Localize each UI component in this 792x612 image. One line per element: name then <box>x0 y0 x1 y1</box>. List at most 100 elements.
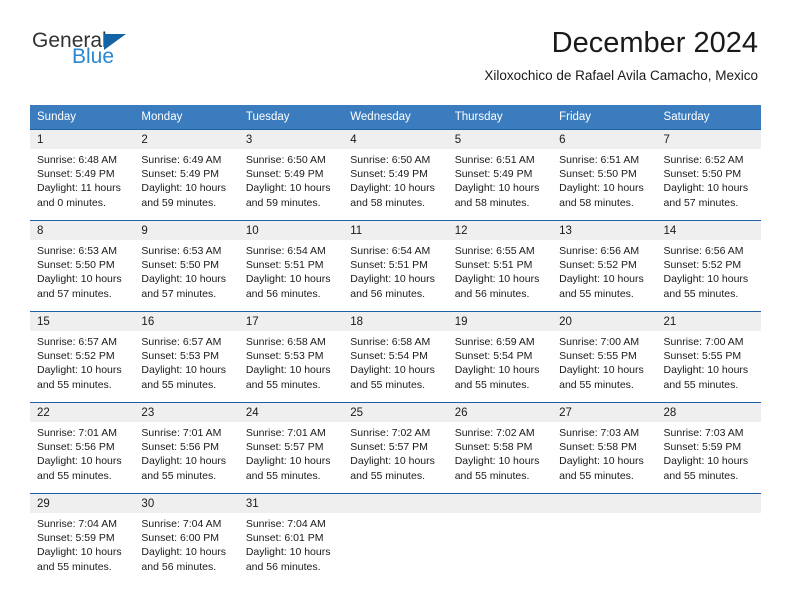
day-number[interactable]: 6 <box>552 130 656 149</box>
day-number[interactable]: 10 <box>239 221 343 240</box>
sunset-text: Sunset: 5:56 PM <box>37 441 115 454</box>
day-number-band: 22 23 24 25 26 27 28 <box>30 403 761 422</box>
sunrise-text: Sunrise: 6:48 AM <box>37 154 117 166</box>
day-number[interactable]: 1 <box>30 130 134 149</box>
day-number[interactable]: 22 <box>30 403 134 422</box>
day-cell[interactable]: Sunrise: 6:57 AM Sunset: 5:53 PM Dayligh… <box>134 331 238 402</box>
general-blue-logo[interactable]: General Blue <box>32 30 202 82</box>
sunset-text: Sunset: 5:58 PM <box>559 441 637 454</box>
day-number[interactable]: 27 <box>552 403 656 422</box>
day-number[interactable]: 16 <box>134 312 238 331</box>
sunset-text: Sunset: 5:49 PM <box>245 168 324 181</box>
day-number-empty <box>343 494 447 513</box>
weekday-header-saturday: Saturday <box>663 111 710 123</box>
day-cell[interactable]: Sunrise: 6:58 AM Sunset: 5:53 PM Dayligh… <box>239 331 343 402</box>
day-cell[interactable]: Sunrise: 6:51 AM Sunset: 5:50 PM Dayligh… <box>552 149 656 220</box>
daylight-text-line1: Daylight: 10 hours <box>245 182 331 195</box>
daylight-text-line2: and 55 minutes. <box>245 469 321 482</box>
day-number[interactable]: 31 <box>239 494 343 513</box>
day-number[interactable]: 3 <box>239 130 343 149</box>
calendar-table: Sunday Monday Tuesday Wednesday Thursday… <box>30 105 761 584</box>
day-cell[interactable]: Sunrise: 6:51 AM Sunset: 5:49 PM Dayligh… <box>448 149 552 220</box>
day-cell[interactable]: Sunrise: 6:50 AM Sunset: 5:49 PM Dayligh… <box>239 149 343 220</box>
daylight-text-line1: Daylight: 10 hours <box>663 364 749 377</box>
day-cell[interactable]: Sunrise: 7:04 AM Sunset: 6:00 PM Dayligh… <box>134 513 238 584</box>
day-number[interactable]: 12 <box>448 221 552 240</box>
day-number[interactable]: 30 <box>134 494 238 513</box>
day-number-band: 29 30 31 <box>30 494 761 513</box>
day-cell[interactable]: Sunrise: 7:01 AM Sunset: 5:56 PM Dayligh… <box>30 422 134 493</box>
day-number[interactable]: 11 <box>343 221 447 240</box>
sunset-text: Sunset: 5:49 PM <box>141 168 220 181</box>
day-number[interactable]: 18 <box>343 312 447 331</box>
day-cell[interactable]: Sunrise: 6:55 AM Sunset: 5:51 PM Dayligh… <box>448 240 552 311</box>
day-cell[interactable]: Sunrise: 6:58 AM Sunset: 5:54 PM Dayligh… <box>343 331 447 402</box>
day-cell[interactable]: Sunrise: 7:00 AM Sunset: 5:55 PM Dayligh… <box>552 331 656 402</box>
sunset-text: Sunset: 5:52 PM <box>37 350 115 363</box>
daylight-text-line2: and 57 minutes. <box>37 287 112 300</box>
day-number[interactable]: 24 <box>239 403 343 422</box>
day-number[interactable]: 13 <box>552 221 656 240</box>
daylight-text-line1: Daylight: 10 hours <box>454 182 540 195</box>
day-cell[interactable]: Sunrise: 6:50 AM Sunset: 5:49 PM Dayligh… <box>343 149 447 220</box>
day-cell[interactable]: Sunrise: 7:02 AM Sunset: 5:57 PM Dayligh… <box>343 422 447 493</box>
day-number[interactable]: 15 <box>30 312 134 331</box>
sunrise-text: Sunrise: 7:04 AM <box>37 518 117 530</box>
day-cell[interactable]: Sunrise: 6:56 AM Sunset: 5:52 PM Dayligh… <box>552 240 656 311</box>
day-cell[interactable]: Sunrise: 6:56 AM Sunset: 5:52 PM Dayligh… <box>657 240 761 311</box>
day-number[interactable]: 20 <box>552 312 656 331</box>
day-cell[interactable]: Sunrise: 7:01 AM Sunset: 5:57 PM Dayligh… <box>239 422 343 493</box>
sunset-text: Sunset: 5:54 PM <box>454 350 533 363</box>
day-cell[interactable]: Sunrise: 6:59 AM Sunset: 5:54 PM Dayligh… <box>448 331 552 402</box>
day-cell[interactable]: Sunrise: 7:03 AM Sunset: 5:58 PM Dayligh… <box>552 422 656 493</box>
day-number[interactable]: 19 <box>448 312 552 331</box>
day-number[interactable]: 14 <box>657 221 761 240</box>
day-number[interactable]: 26 <box>448 403 552 422</box>
daylight-text-line1: Daylight: 10 hours <box>559 455 644 468</box>
weekday-header-row: Sunday Monday Tuesday Wednesday Thursday… <box>30 105 761 129</box>
day-number[interactable]: 28 <box>657 403 761 422</box>
daylight-text-line2: and 58 minutes. <box>350 196 425 209</box>
day-number[interactable]: 25 <box>343 403 447 422</box>
day-cell[interactable]: Sunrise: 7:04 AM Sunset: 6:01 PM Dayligh… <box>239 513 343 584</box>
daylight-text-line1: Daylight: 10 hours <box>350 364 435 377</box>
daylight-text-line2: and 56 minutes. <box>350 287 425 300</box>
sunrise-text: Sunrise: 6:54 AM <box>245 245 326 257</box>
day-detail-band: Sunrise: 7:04 AM Sunset: 5:59 PM Dayligh… <box>30 513 761 584</box>
day-cell[interactable]: Sunrise: 7:01 AM Sunset: 5:56 PM Dayligh… <box>134 422 238 493</box>
sunset-text: Sunset: 5:59 PM <box>37 532 115 545</box>
daylight-text-line2: and 59 minutes. <box>245 196 321 209</box>
day-cell[interactable]: Sunrise: 6:49 AM Sunset: 5:49 PM Dayligh… <box>134 149 238 220</box>
day-number[interactable]: 21 <box>657 312 761 331</box>
day-cell[interactable]: Sunrise: 6:52 AM Sunset: 5:50 PM Dayligh… <box>657 149 761 220</box>
daylight-text-line2: and 56 minutes. <box>245 560 321 573</box>
day-number[interactable]: 7 <box>657 130 761 149</box>
day-number[interactable]: 5 <box>448 130 552 149</box>
day-number[interactable]: 29 <box>30 494 134 513</box>
day-cell[interactable]: Sunrise: 6:48 AM Sunset: 5:49 PM Dayligh… <box>30 149 134 220</box>
day-cell[interactable]: Sunrise: 6:57 AM Sunset: 5:52 PM Dayligh… <box>30 331 134 402</box>
day-number[interactable]: 9 <box>134 221 238 240</box>
sunset-text: Sunset: 5:59 PM <box>663 441 742 454</box>
sunrise-text: Sunrise: 7:01 AM <box>37 427 117 439</box>
day-cell[interactable]: Sunrise: 7:02 AM Sunset: 5:58 PM Dayligh… <box>448 422 552 493</box>
sunset-text: Sunset: 5:50 PM <box>37 259 115 272</box>
day-number[interactable]: 4 <box>343 130 447 149</box>
daylight-text-line1: Daylight: 10 hours <box>141 546 227 559</box>
sunset-text: Sunset: 5:55 PM <box>663 350 742 363</box>
day-cell[interactable]: Sunrise: 6:54 AM Sunset: 5:51 PM Dayligh… <box>239 240 343 311</box>
day-number[interactable]: 2 <box>134 130 238 149</box>
sunset-text: Sunset: 5:49 PM <box>454 168 533 181</box>
day-cell[interactable]: Sunrise: 6:53 AM Sunset: 5:50 PM Dayligh… <box>30 240 134 311</box>
sunset-text: Sunset: 5:56 PM <box>141 441 220 454</box>
weekday-header-friday: Friday <box>559 111 592 123</box>
title-block: December 2024 Xiloxochico de Rafael Avil… <box>484 26 758 86</box>
day-number[interactable]: 17 <box>239 312 343 331</box>
day-cell[interactable]: Sunrise: 7:04 AM Sunset: 5:59 PM Dayligh… <box>30 513 134 584</box>
day-number[interactable]: 8 <box>30 221 134 240</box>
day-cell[interactable]: Sunrise: 7:03 AM Sunset: 5:59 PM Dayligh… <box>657 422 761 493</box>
day-cell[interactable]: Sunrise: 6:54 AM Sunset: 5:51 PM Dayligh… <box>343 240 447 311</box>
day-cell[interactable]: Sunrise: 6:53 AM Sunset: 5:50 PM Dayligh… <box>134 240 238 311</box>
day-cell[interactable]: Sunrise: 7:00 AM Sunset: 5:55 PM Dayligh… <box>657 331 761 402</box>
day-number[interactable]: 23 <box>134 403 238 422</box>
